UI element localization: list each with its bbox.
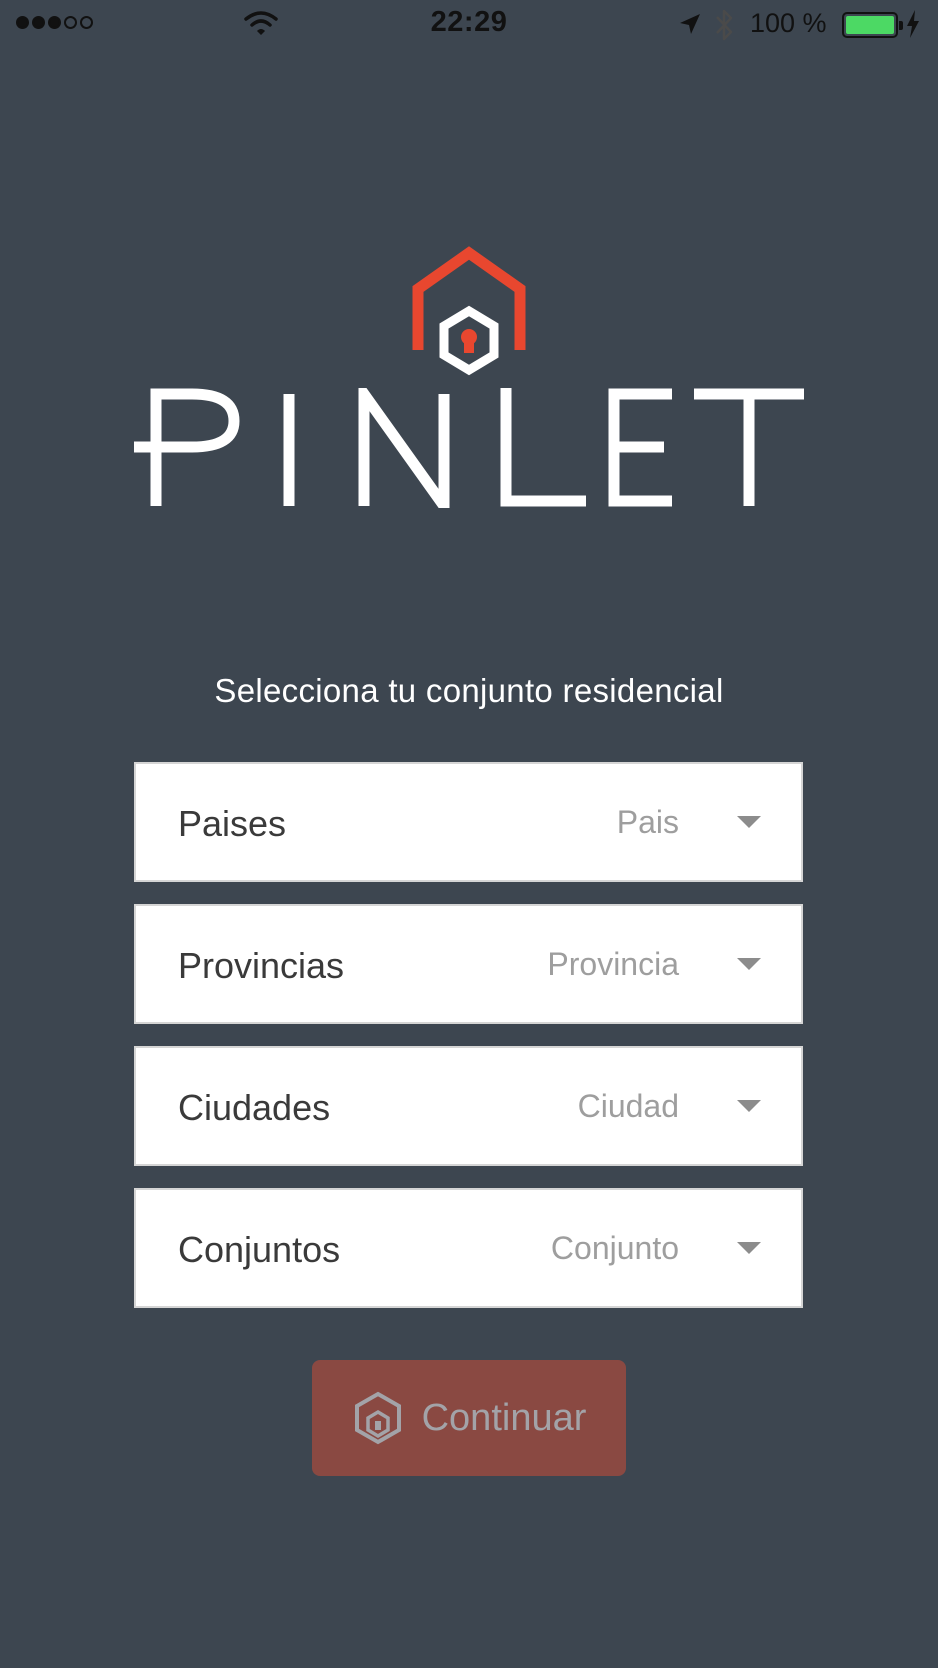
select-placeholder: Provincia	[547, 946, 679, 982]
chevron-down-icon	[737, 816, 761, 828]
select-placeholder: Ciudad	[577, 1088, 679, 1124]
form-title: Selecciona tu conjunto residencial	[214, 672, 724, 709]
pinlet-wordmark	[134, 388, 804, 508]
select-list: Paises Pais Provincias Provincia Ciudade…	[134, 762, 803, 1330]
chevron-down-icon	[737, 1242, 761, 1254]
continue-button-label: Continuar	[421, 1396, 587, 1439]
select-label: Provincias	[178, 945, 345, 986]
chevron-down-icon	[737, 1100, 761, 1112]
select-label: Ciudades	[178, 1087, 331, 1128]
select-paises[interactable]: Paises Pais	[134, 762, 803, 882]
bluetooth-icon	[716, 9, 733, 41]
status-bar: 22:29 100 %	[0, 0, 938, 50]
pinlet-logo-icon	[412, 246, 526, 376]
select-ciudades[interactable]: Ciudades Ciudad	[134, 1046, 803, 1166]
select-label: Conjuntos	[178, 1229, 341, 1270]
select-label: Paises	[178, 803, 287, 844]
battery-icon	[842, 12, 903, 38]
location-arrow-icon	[680, 14, 700, 34]
chevron-down-icon	[737, 958, 761, 970]
select-conjuntos[interactable]: Conjuntos Conjunto	[134, 1188, 803, 1308]
battery-percent: 100 %	[750, 8, 827, 38]
select-placeholder: Conjunto	[550, 1230, 679, 1266]
select-provincias[interactable]: Provincias Provincia	[134, 904, 803, 1024]
charging-bolt-icon	[907, 10, 919, 38]
home-lock-icon	[354, 1391, 401, 1445]
continue-button[interactable]: Continuar	[312, 1360, 626, 1476]
select-placeholder: Pais	[616, 804, 679, 840]
